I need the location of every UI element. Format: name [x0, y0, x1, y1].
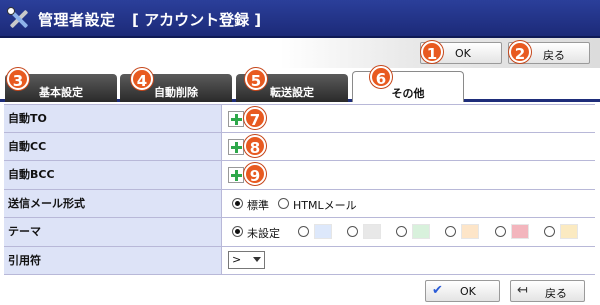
back-arrow-icon: ↤: [517, 283, 528, 298]
mail-format-standard-radio[interactable]: [232, 197, 243, 209]
theme-orange-swatch: [461, 224, 479, 239]
theme-green-radio[interactable]: [396, 226, 407, 237]
row-auto-to: 自動TO 7: [4, 104, 595, 133]
auto-bcc-value: 9: [222, 161, 595, 189]
badge-4: 4: [131, 68, 153, 90]
mail-format-html-radio[interactable]: [278, 197, 289, 209]
bottom-toolbar: ✔ OK ↤ 戻る: [0, 278, 600, 305]
badge-8: 8: [244, 134, 266, 157]
add-auto-to-button[interactable]: [228, 111, 244, 127]
auto-to-value: 7: [222, 105, 595, 132]
theme-yellow-swatch: [560, 224, 578, 239]
ok-button-top-label: OK: [455, 47, 471, 60]
row-auto-cc: 自動CC 8: [4, 132, 595, 161]
page-title: 管理者設定: [38, 11, 116, 29]
row-auto-bcc: 自動BCC 9: [4, 161, 595, 190]
row-quote: 引用符 >: [4, 246, 595, 275]
mail-format-label: 送信メール形式: [4, 189, 222, 217]
auto-cc-label: 自動CC: [4, 132, 222, 160]
top-toolbar: ✔ OK ↤ 戻る 1 2: [0, 38, 600, 68]
add-auto-bcc-button[interactable]: [228, 167, 244, 183]
quote-select-value: >: [232, 252, 242, 266]
tab-bar: 基本設定 自動削除 転送設定 その他 3 4 5 6: [0, 66, 600, 102]
theme-gray-radio[interactable]: [347, 226, 358, 237]
theme-gray-swatch: [363, 224, 381, 239]
quote-value: >: [222, 246, 595, 274]
auto-to-label: 自動TO: [4, 105, 222, 132]
back-button-bottom-label: 戻る: [545, 287, 567, 300]
theme-unset-radio[interactable]: [232, 226, 243, 237]
tab-other-label: その他: [391, 87, 425, 100]
theme-label: テーマ: [4, 218, 222, 246]
theme-pink-radio[interactable]: [495, 226, 506, 237]
badge-1: 1: [421, 41, 443, 63]
row-theme: テーマ 未設定: [4, 218, 595, 247]
badge-9: 9: [244, 163, 266, 185]
ok-button-bottom-label: OK: [460, 285, 476, 298]
theme-orange-radio[interactable]: [445, 226, 456, 237]
auto-bcc-label: 自動BCC: [4, 161, 222, 189]
theme-blue-swatch: [314, 224, 332, 239]
row-mail-format: 送信メール形式 標準 HTMLメール: [4, 189, 595, 218]
mail-format-standard-label: 標準: [247, 198, 269, 212]
check-icon: ✔: [432, 283, 443, 298]
badge-7: 7: [244, 107, 266, 129]
theme-pink-swatch: [511, 224, 529, 239]
mail-format-html-label: HTMLメール: [293, 198, 357, 212]
back-button-bottom[interactable]: ↤ 戻る: [510, 280, 585, 302]
mail-format-value: 標準 HTMLメール: [222, 189, 595, 217]
badge-3: 3: [7, 68, 29, 90]
quote-select[interactable]: >: [228, 250, 265, 269]
tab-other[interactable]: その他: [352, 71, 464, 102]
title-bar: 管理者設定 [ アカウント登録 ]: [0, 0, 600, 38]
page-subtitle: [ アカウント登録 ]: [132, 11, 262, 29]
badge-2: 2: [509, 41, 531, 63]
auto-cc-value: 8: [222, 132, 595, 160]
theme-blue-radio[interactable]: [298, 226, 309, 237]
tools-icon: [7, 7, 28, 28]
chevron-down-icon: [253, 256, 261, 262]
badge-5: 5: [245, 68, 267, 90]
quote-label: 引用符: [4, 246, 222, 274]
back-button-top-label: 戻る: [543, 49, 565, 62]
theme-value: 未設定: [222, 218, 595, 246]
theme-yellow-radio[interactable]: [544, 226, 555, 237]
theme-green-swatch: [412, 224, 430, 239]
badge-6: 6: [370, 66, 392, 88]
settings-form: 自動TO 7 自動CC 8 自動BCC 9 送信メール形式 標準 HTMLメール…: [4, 104, 595, 275]
ok-button-bottom[interactable]: ✔ OK: [425, 280, 500, 302]
theme-unset-label: 未設定: [247, 227, 280, 240]
add-auto-cc-button[interactable]: [228, 138, 244, 155]
